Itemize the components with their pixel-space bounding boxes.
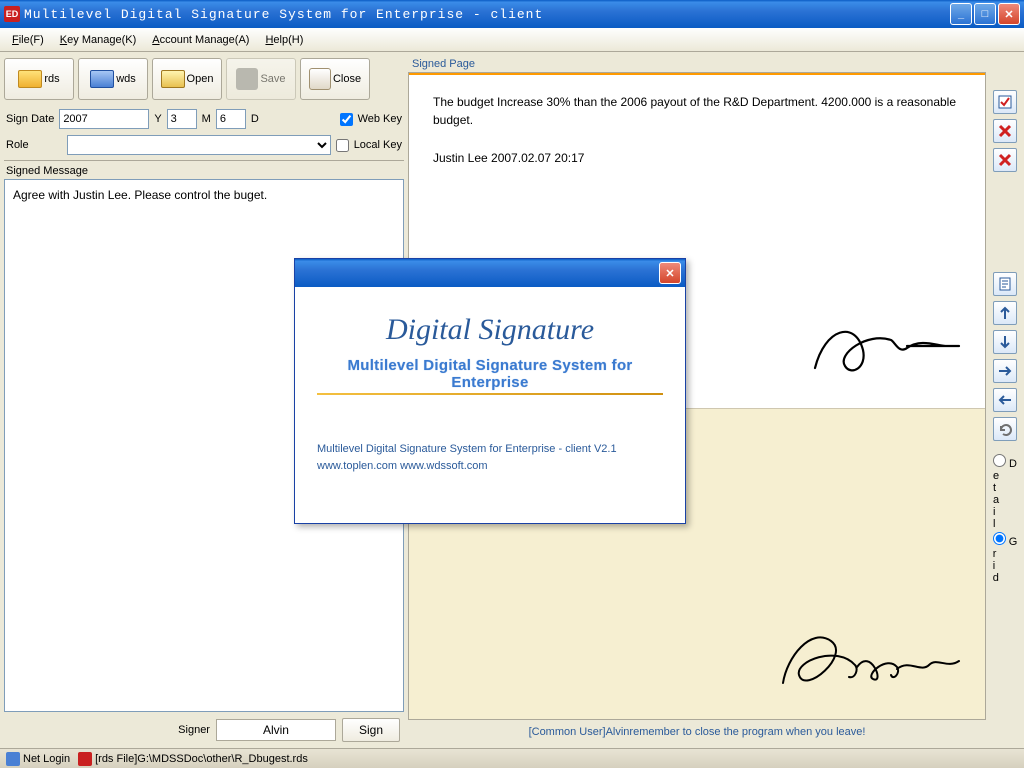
about-close-button[interactable]: ✕ <box>659 262 681 284</box>
menu-bar: File(F) Key Manage(K) Account Manage(A) … <box>0 28 1024 52</box>
menu-help[interactable]: Help(H) <box>257 32 311 48</box>
document-button[interactable] <box>993 272 1017 296</box>
day-suffix: D <box>251 113 259 125</box>
signed-message-label: Signed Message <box>4 160 404 179</box>
about-line-2: www.toplen.com www.wdssoft.com <box>317 458 663 475</box>
about-divider <box>317 393 663 395</box>
folder-icon <box>18 70 42 88</box>
wds-label: wds <box>116 73 136 85</box>
open-folder-icon <box>161 70 185 88</box>
signer-label: Signer <box>178 724 210 736</box>
about-dialog: ✕ Digital Signature Multilevel Digital S… <box>294 258 686 524</box>
undo-button[interactable] <box>993 417 1017 441</box>
about-title: Digital Signature <box>317 313 663 347</box>
month-suffix: M <box>202 113 211 125</box>
local-key-checkbox[interactable] <box>336 139 349 152</box>
page-1-body: The budget Increase 30% than the 2006 pa… <box>433 93 961 129</box>
menu-file[interactable]: File(F) <box>4 32 52 48</box>
delete-red-button[interactable] <box>993 119 1017 143</box>
about-subtitle: Multilevel Digital Signature System for … <box>317 357 663 391</box>
rds-button[interactable]: rds <box>4 58 74 100</box>
signature-1 <box>807 316 967 384</box>
year-input[interactable] <box>59 109 149 129</box>
signature-2 <box>777 621 967 701</box>
rds-file-label: [rds File]G:\MDSSDoc\other\R_Dbugest.rds <box>95 753 308 765</box>
arrow-right-button[interactable] <box>993 359 1017 383</box>
window-title: Multilevel Digital Signature System for … <box>24 7 950 22</box>
grid-radio[interactable]: Grid <box>993 532 1018 584</box>
wds-button[interactable]: wds <box>78 58 148 100</box>
save-label: Save <box>260 73 285 85</box>
close-button[interactable]: ✕ <box>998 3 1020 25</box>
toolbar: rds wds Open Save Close <box>4 56 404 106</box>
view-mode-radios: Detail Grid <box>993 454 1018 584</box>
delete-red-button-2[interactable] <box>993 148 1017 172</box>
open-button[interactable]: Open <box>152 58 222 100</box>
app-icon: ED <box>4 6 20 22</box>
web-key-label: Web Key <box>358 113 402 125</box>
signer-row: Signer Alvin Sign <box>4 712 404 744</box>
close-label: Close <box>333 73 361 85</box>
menu-key-manage[interactable]: Key Manage(K) <box>52 32 144 48</box>
month-input[interactable] <box>167 109 197 129</box>
save-icon <box>236 68 258 90</box>
net-login-icon <box>6 752 20 766</box>
close-file-icon <box>309 68 331 90</box>
open-label: Open <box>187 73 214 85</box>
page-1-signer-line: Justin Lee 2007.02.07 20:17 <box>433 149 961 167</box>
minimize-button[interactable]: _ <box>950 3 972 25</box>
rds-file-status[interactable]: [rds File]G:\MDSSDoc\other\R_Dbugest.rds <box>78 752 308 766</box>
rds-icon <box>78 752 92 766</box>
maximize-button[interactable]: □ <box>974 3 996 25</box>
status-message: [Common User]Alvinremember to close the … <box>408 720 986 744</box>
sign-date-row: Sign Date Y M D Web Key <box>4 106 404 132</box>
role-label: Role <box>6 139 62 151</box>
arrow-left-button[interactable] <box>993 388 1017 412</box>
about-titlebar: ✕ <box>295 259 685 287</box>
side-toolbar: Detail Grid <box>990 56 1020 744</box>
arrow-up-button[interactable] <box>993 301 1017 325</box>
flag-check-button[interactable] <box>993 90 1017 114</box>
signer-name: Alvin <box>216 719 336 741</box>
menu-account-manage[interactable]: Account Manage(A) <box>144 32 257 48</box>
signed-page-label: Signed Page <box>408 56 986 72</box>
close-file-button[interactable]: Close <box>300 58 370 100</box>
folder-icon <box>90 70 114 88</box>
role-row: Role Local Key <box>4 132 404 158</box>
net-login-status[interactable]: Net Login <box>6 752 70 766</box>
about-info: Multilevel Digital Signature System for … <box>317 441 663 474</box>
window-titlebar: ED Multilevel Digital Signature System f… <box>0 0 1024 28</box>
net-login-label: Net Login <box>23 753 70 765</box>
role-select[interactable] <box>67 135 331 155</box>
rds-label: rds <box>44 73 59 85</box>
about-line-1: Multilevel Digital Signature System for … <box>317 441 663 458</box>
status-bar: Net Login [rds File]G:\MDSSDoc\other\R_D… <box>0 748 1024 768</box>
day-input[interactable] <box>216 109 246 129</box>
arrow-down-button[interactable] <box>993 330 1017 354</box>
web-key-checkbox[interactable] <box>340 113 353 126</box>
detail-radio[interactable]: Detail <box>993 454 1017 530</box>
local-key-label: Local Key <box>354 139 402 151</box>
save-button: Save <box>226 58 296 100</box>
sign-date-label: Sign Date <box>6 113 54 125</box>
sign-button[interactable]: Sign <box>342 718 400 742</box>
year-suffix: Y <box>154 113 161 125</box>
